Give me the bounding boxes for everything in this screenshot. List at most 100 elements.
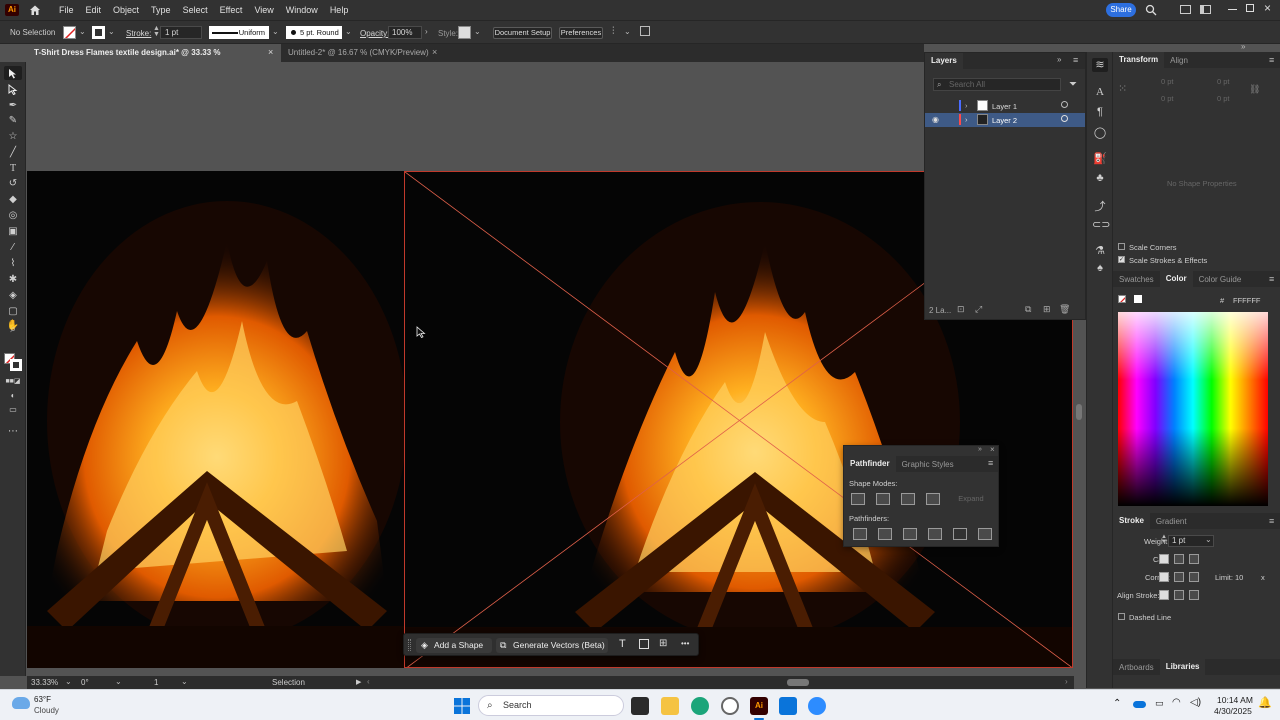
limit-value[interactable]: 10: [1235, 573, 1243, 582]
star-tool-icon[interactable]: ☆: [4, 129, 22, 143]
stepper-icon[interactable]: ▲ ▼: [153, 25, 160, 38]
eyedropper-tool-icon[interactable]: ⁄: [4, 240, 22, 254]
menu-effect[interactable]: Effect: [214, 5, 249, 15]
home-icon[interactable]: [29, 4, 41, 16]
target-icon[interactable]: [1061, 101, 1068, 108]
paragraph-icon[interactable]: ¶: [1092, 106, 1108, 120]
filter-icon[interactable]: ⏷: [1069, 79, 1077, 90]
layer-name[interactable]: Layer 2: [992, 116, 1017, 125]
horizontal-scrollbar[interactable]: [787, 679, 809, 686]
trim-icon[interactable]: [878, 528, 892, 540]
projecting-cap-icon[interactable]: [1189, 554, 1199, 564]
pen-tool-icon[interactable]: ✒: [4, 98, 22, 112]
color-mode-icon[interactable]: ■■◪: [4, 374, 22, 388]
tab-tshirt-design[interactable]: T-Shirt Dress Flames textile design.ai* …: [26, 44, 281, 74]
layers-search-input[interactable]: ⌕ Search All: [933, 78, 1061, 91]
chevron-down-icon[interactable]: ⌄: [108, 27, 115, 36]
eye-icon[interactable]: ◉: [932, 115, 939, 124]
chevron-up-icon[interactable]: ⌃: [1113, 698, 1121, 709]
volume-icon[interactable]: ◁): [1190, 697, 1201, 708]
align-outside-icon[interactable]: [1189, 590, 1199, 600]
clipping-mask-icon[interactable]: ⧉: [1025, 304, 1031, 315]
reference-point-icon[interactable]: ⁙: [1118, 82, 1127, 95]
weather-desc[interactable]: Cloudy: [34, 706, 59, 715]
tab-gradient[interactable]: Gradient: [1150, 517, 1193, 526]
menu-view[interactable]: View: [248, 5, 279, 15]
preferences-button[interactable]: Preferences: [559, 27, 603, 39]
image-icon[interactable]: ⊞: [659, 638, 667, 649]
wifi-icon[interactable]: ◠: [1172, 697, 1181, 708]
clock-date[interactable]: 4/30/2025: [1214, 706, 1252, 716]
search-icon[interactable]: [1145, 4, 1157, 16]
menu-help[interactable]: Help: [324, 5, 355, 15]
chevron-down-icon[interactable]: ⌄: [1205, 535, 1212, 544]
layer-row[interactable]: › Layer 1: [925, 99, 1085, 113]
zoom-level[interactable]: 33.33%: [31, 678, 58, 687]
opacity-field[interactable]: 100%: [388, 26, 422, 39]
align-center-icon[interactable]: [1159, 590, 1169, 600]
tab-close-icon[interactable]: ×: [268, 47, 273, 57]
round-join-icon[interactable]: [1174, 572, 1184, 582]
collect-export-icon[interactable]: ⊡: [957, 304, 965, 315]
notification-icon[interactable]: 🔔: [1258, 696, 1272, 709]
chevron-down-icon[interactable]: ⌄: [79, 27, 86, 36]
locate-object-icon[interactable]: ⤢: [975, 304, 982, 315]
menu-object[interactable]: Object: [107, 5, 145, 15]
weather-icon[interactable]: [12, 697, 30, 709]
panel-collapse-icon[interactable]: »: [1241, 42, 1245, 51]
color-spectrum[interactable]: [1118, 312, 1268, 506]
tab-artboards[interactable]: Artboards: [1113, 663, 1160, 672]
arrange-icon[interactable]: [1200, 5, 1211, 14]
appearance-icon[interactable]: ♠: [1092, 262, 1108, 276]
illustrator-taskbar-icon[interactable]: Ai: [750, 697, 768, 715]
transform-icon[interactable]: [640, 26, 650, 36]
layer-row[interactable]: ◉ › Layer 2: [925, 113, 1085, 127]
chevron-down-icon[interactable]: ⌄: [115, 677, 122, 686]
miter-join-icon[interactable]: [1159, 572, 1169, 582]
target-icon[interactable]: [1061, 115, 1068, 122]
chevron-right-icon[interactable]: ›: [425, 27, 428, 36]
minimize-icon[interactable]: [1228, 9, 1237, 10]
zoom-tool-icon[interactable]: ⌕: [4, 322, 22, 336]
delete-layer-icon[interactable]: 🗑: [1059, 304, 1070, 315]
tab-graphic-styles[interactable]: Graphic Styles: [896, 460, 960, 469]
align-inside-icon[interactable]: [1174, 590, 1184, 600]
tab-close-icon[interactable]: ×: [432, 47, 437, 57]
zoom-app-icon[interactable]: [808, 697, 826, 715]
links-icon[interactable]: ⊂⊃: [1092, 218, 1110, 232]
gradient-tool-icon[interactable]: ▣: [4, 224, 22, 238]
dashed-line-checkbox[interactable]: [1118, 613, 1125, 620]
chevron-down-icon[interactable]: ⌄: [345, 27, 352, 36]
generate-vectors-button[interactable]: ⧉ Generate Vectors (Beta): [496, 638, 608, 653]
tab-color-guide[interactable]: Color Guide: [1193, 275, 1248, 284]
white-swatch[interactable]: [1134, 295, 1142, 303]
symbols-icon[interactable]: ♣: [1092, 172, 1108, 186]
blend-tool-icon[interactable]: ⌇: [4, 256, 22, 270]
layers-icon[interactable]: ≋: [1092, 58, 1108, 72]
close-icon[interactable]: ×: [1264, 1, 1271, 15]
layer-name[interactable]: Layer 1: [992, 102, 1017, 111]
round-cap-icon[interactable]: [1174, 554, 1184, 564]
chevron-down-icon[interactable]: ⌄: [65, 677, 72, 686]
align-icon[interactable]: ⫶: [612, 26, 615, 37]
panel-collapse-icon[interactable]: »: [978, 446, 982, 453]
file-explorer-icon[interactable]: [661, 697, 679, 715]
bevel-join-icon[interactable]: [1189, 572, 1199, 582]
expand-arrow-icon[interactable]: ›: [965, 115, 968, 124]
panel-collapse-icon[interactable]: »: [1057, 55, 1061, 64]
paintbrush-tool-icon[interactable]: ╱: [4, 145, 22, 159]
more-tools-icon[interactable]: ⋯: [4, 424, 22, 438]
fill-swatch[interactable]: [63, 26, 76, 39]
menu-edit[interactable]: Edit: [80, 5, 108, 15]
brushes-icon[interactable]: ⛽: [1092, 152, 1108, 166]
artboard-icon[interactable]: [639, 639, 649, 649]
stroke-swatch[interactable]: [92, 26, 105, 39]
vertical-scrollbar[interactable]: [1076, 404, 1082, 420]
tab-stroke[interactable]: Stroke: [1113, 513, 1150, 529]
menu-window[interactable]: Window: [280, 5, 324, 15]
artboard-tool-icon[interactable]: ▢: [4, 304, 22, 318]
fill-stroke-icon[interactable]: [4, 353, 22, 371]
task-view-icon[interactable]: [631, 697, 649, 715]
fill-stroke-mini-icon[interactable]: [1118, 295, 1126, 303]
properties-icon[interactable]: ⚗: [1092, 244, 1108, 258]
